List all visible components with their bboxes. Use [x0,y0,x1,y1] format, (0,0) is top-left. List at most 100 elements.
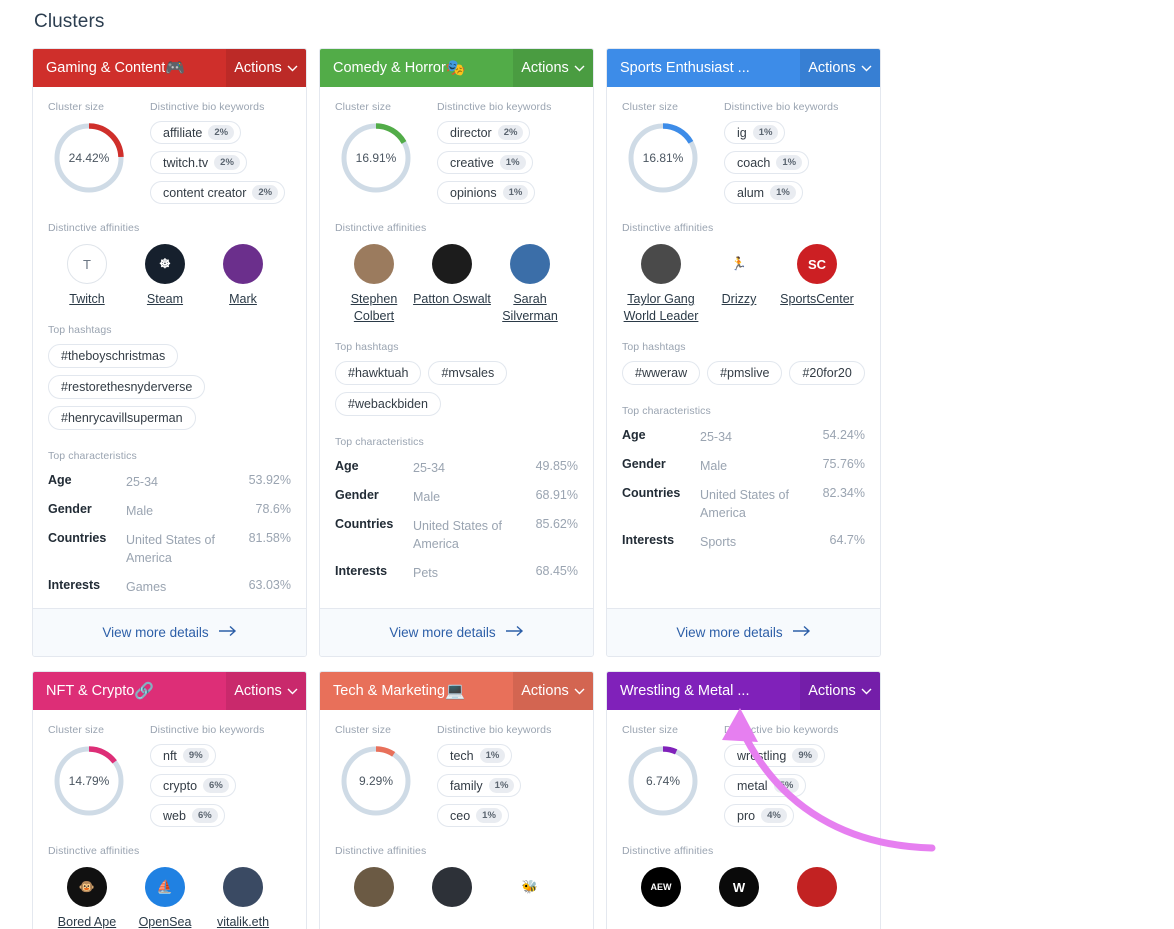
actions-button[interactable]: Actions [800,672,880,710]
bio-keyword-chip[interactable]: crypto 6% [150,774,236,797]
bio-keyword-chip[interactable]: ig 1% [724,121,786,144]
hashtag-chip[interactable]: #wweraw [622,361,701,385]
actions-button[interactable]: Actions [800,49,880,87]
affinity-item[interactable]: Stephen Colbert [335,244,413,325]
bio-keyword-term: coach [737,155,771,170]
hashtag-chip[interactable]: #restorethesnyderverse [48,375,206,399]
bio-keyword-chip[interactable]: content creator 2% [150,181,286,204]
view-more-details-button[interactable]: View more details [607,608,880,656]
cluster-size-value: 16.91% [355,151,397,165]
affinity-item[interactable]: SC SportsCenter [778,244,856,325]
bio-keyword-pct: 2% [208,125,235,140]
bio-keyword-chip[interactable]: pro 4% [724,804,794,827]
bio-keyword-chip[interactable]: nft 9% [150,744,216,767]
bio-keyword-chip[interactable]: affiliate 2% [150,121,242,144]
bio-keyword-chip[interactable]: web 6% [150,804,225,827]
cluster-size-column: Cluster size 6.74% [622,724,710,827]
aew-logo-avatar: AEW [641,867,681,907]
characteristic-row: Interests Games 63.03% [48,578,291,596]
characteristic-row: Interests Sports 64.7% [622,533,865,551]
actions-button[interactable]: Actions [513,672,593,710]
affinity-name: SportsCenter [780,292,854,306]
cluster-size-value: 14.79% [68,774,110,788]
characteristic-pct: 85.62% [535,517,578,531]
affinity-item[interactable]: AEW [622,867,700,907]
hashtag-chip[interactable]: #theboyschristmas [48,344,179,368]
bio-keyword-chip[interactable]: coach 1% [724,151,810,174]
affinity-item[interactable] [778,867,856,907]
characteristic-value: United States of America [413,519,502,551]
hashtag-chip[interactable]: #20for20 [789,361,865,385]
bio-keyword-chip[interactable]: tech 1% [437,744,513,767]
bio-keyword-chip[interactable]: twitch.tv 2% [150,151,247,174]
bio-keyword-chip[interactable]: creative 1% [437,151,533,174]
characteristic-row: Age 25-34 54.24% [622,428,865,446]
bio-keyword-pct: 1% [488,778,515,793]
cluster-title[interactable]: Sports Enthusiast ... [620,60,750,76]
size-and-keywords-row: Cluster size 6.74% Distinctive bio keyword… [622,724,865,827]
chevron-down-icon [861,60,872,76]
hashtag-chip[interactable]: #webackbiden [335,392,441,416]
characteristic-pct: 68.91% [535,488,578,502]
affinity-item[interactable]: 🐵 Bored Ape Yacht Club 🍌 [48,867,126,929]
affinity-item[interactable]: ⛵ OpenSea [126,867,204,929]
characteristic-pct: 68.45% [535,564,578,578]
affinity-item[interactable]: Mark [204,244,282,308]
hashtag-chip[interactable]: #mvsales [428,361,508,385]
affinities-label: Distinctive affinities [48,845,140,857]
actions-button[interactable]: Actions [226,672,306,710]
characteristic-key: Age [335,459,359,473]
affinity-item[interactable] [335,867,413,907]
cluster-card-body: Cluster size 14.79% Distinctive bio keywor… [33,710,306,929]
bio-keyword-chip[interactable]: opinions 1% [437,181,536,204]
cluster-size-value: 9.29% [358,774,394,788]
actions-label: Actions [234,683,282,699]
cluster-card-header: Sports Enthusiast ... Actions [607,49,880,87]
view-more-details-button[interactable]: View more details [320,608,593,656]
bio-keyword-chip[interactable]: director 2% [437,121,531,144]
affinity-item[interactable]: Patton Oswalt [413,244,491,325]
characteristic-key: Age [622,428,646,442]
bio-keyword-term: director [450,125,492,140]
characteristic-pct: 75.76% [822,457,865,471]
bio-keyword-chip[interactable]: metal 5% [724,774,807,797]
affinity-item[interactable]: 🐝 [491,867,569,907]
bio-keyword-term: family [450,778,483,793]
affinity-item[interactable]: Taylor Gang World Leader [622,244,700,325]
cluster-title[interactable]: Tech & Marketing [333,683,445,699]
bio-keyword-chip[interactable]: family 1% [437,774,522,797]
bio-keywords-list: nft 9% crypto 6% web 6% [150,744,291,827]
bio-keyword-chip[interactable]: alum 1% [724,181,803,204]
actions-button[interactable]: Actions [513,49,593,87]
characteristics-block: Top characteristics Age 25-34 53.92% Gender M… [48,450,291,608]
affinity-item[interactable]: W [700,867,778,907]
affinity-item[interactable]: T Twitch [48,244,126,308]
bio-keywords-list: wrestling 9% metal 5% pro 4% [724,744,865,827]
characteristic-value: Male [413,490,441,504]
characteristic-value: Games [126,580,167,594]
bio-keyword-chip[interactable]: ceo 1% [437,804,509,827]
actions-button[interactable]: Actions [226,49,306,87]
characteristic-row: Interests Pets 68.45% [335,564,578,582]
view-more-details-button[interactable]: View more details [33,608,306,656]
cluster-title[interactable]: Wrestling & Metal ... [620,683,749,699]
cluster-title[interactable]: NFT & Crypto [46,683,134,699]
bio-keyword-pct: 2% [214,155,240,170]
affinity-item[interactable]: 🏃 Drizzy [700,244,778,325]
cluster-size-donut: 9.29% [339,744,413,818]
bio-keyword-chip[interactable]: wrestling 9% [724,744,826,767]
affinities-block: Distinctive affinities 🐝 [335,845,578,907]
affinity-item[interactable]: Sarah Silverman [491,244,569,325]
affinity-item[interactable]: vitalik.eth [204,867,282,929]
cluster-title[interactable]: Comedy & Horror [333,60,446,76]
bio-keyword-pct: 1% [752,125,779,140]
hashtag-chip[interactable]: #henrycavillsuperman [48,406,196,430]
hashtags-row: #hawktuah #mvsales #webackbiden [335,361,578,416]
cluster-title[interactable]: Gaming & Content [46,60,165,76]
affinity-item[interactable] [413,867,491,907]
affinity-item[interactable]: ☸ Steam [126,244,204,308]
cluster-title-wrap: Gaming & Content 🎮 [33,49,226,87]
hashtag-chip[interactable]: #pmslive [707,361,783,385]
hashtag-chip[interactable]: #hawktuah [335,361,422,385]
cluster-size-column: Cluster size 14.79% [48,724,136,827]
